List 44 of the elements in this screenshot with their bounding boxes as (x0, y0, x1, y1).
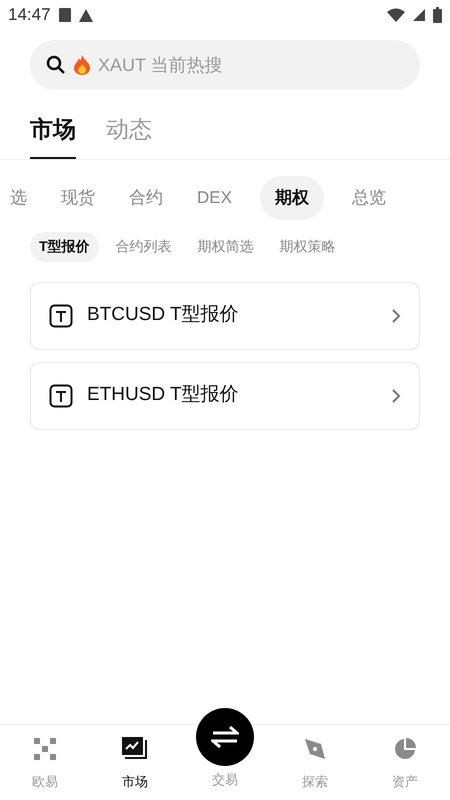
item-label: BTCUSD T型报价 (87, 303, 240, 328)
nav-tab[interactable]: 欧易 (0, 708, 90, 792)
category-tab[interactable]: 合约 (123, 176, 169, 220)
sub-tab[interactable]: 合约列表 (106, 232, 181, 262)
t-square-icon (49, 384, 73, 408)
battery-icon (433, 7, 442, 23)
nav-label: 资产 (392, 773, 418, 791)
chart-icon (122, 737, 148, 761)
sub-tab[interactable]: T型报价 (30, 232, 99, 262)
search-field[interactable]: XAUT 当前热搜 (30, 40, 420, 90)
flame-icon (74, 55, 90, 75)
chevron-right-icon (391, 308, 401, 324)
item-label: ETHUSD T型报价 (87, 383, 240, 408)
t-square-icon (49, 304, 73, 328)
chevron-right-icon (391, 388, 401, 404)
status-time: 14:47 (8, 4, 51, 26)
nav-tab[interactable]: 探索 (270, 708, 360, 792)
category-tab[interactable]: 总览 (346, 176, 392, 220)
pie-chart-icon (394, 738, 416, 760)
grid-logo-icon (34, 738, 56, 760)
main-tab[interactable]: 动态 (106, 112, 152, 158)
nav-label: 欧易 (32, 773, 58, 791)
category-tab[interactable]: 选 (4, 176, 33, 220)
sub-tab[interactable]: 期权简选 (188, 232, 263, 262)
compass-icon (304, 738, 326, 760)
nav-tab[interactable]: 市场 (90, 708, 180, 792)
main-tab[interactable]: 市场 (30, 112, 76, 158)
option-list-item[interactable]: BTCUSD T型报价 (30, 282, 420, 350)
wifi-icon (387, 8, 405, 22)
sub-tab[interactable]: 期权策略 (270, 232, 345, 262)
nav-label: 交易 (212, 771, 238, 789)
search-icon (46, 55, 66, 75)
category-tab[interactable]: DEX (191, 176, 238, 220)
search-input[interactable]: XAUT 当前热搜 (98, 52, 404, 78)
nav-label: 市场 (122, 773, 148, 791)
nav-tab[interactable]: 资产 (360, 708, 450, 792)
category-tab[interactable]: 期权 (260, 176, 324, 220)
nav-tab[interactable]: 交易 (180, 708, 270, 790)
notification-icon (58, 8, 71, 22)
warning-icon (78, 8, 93, 22)
nav-label: 探索 (302, 773, 328, 791)
option-list-item[interactable]: ETHUSD T型报价 (30, 362, 420, 430)
category-tab[interactable]: 现货 (55, 176, 101, 220)
signal-icon (413, 9, 425, 21)
